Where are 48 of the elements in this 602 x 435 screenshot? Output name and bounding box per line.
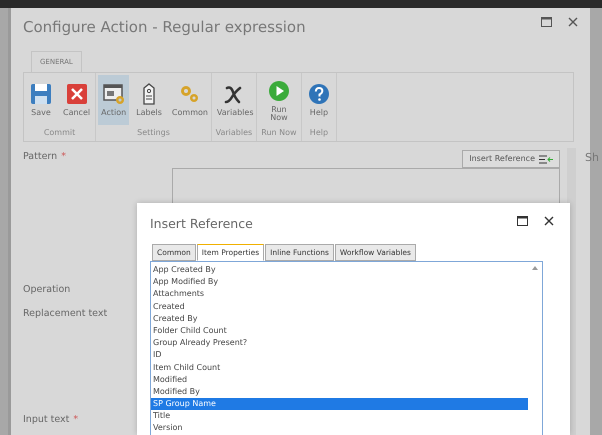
list-item[interactable]: Group Already Present? <box>151 337 528 350</box>
dialog-title: Insert Reference <box>149 215 254 233</box>
list-item[interactable]: Title <box>151 410 528 422</box>
list-item[interactable]: Created <box>151 300 528 313</box>
list-item[interactable]: Modified By <box>151 386 528 398</box>
ribbon-button[interactable]: Cancel <box>60 75 94 125</box>
maximize-icon[interactable] <box>541 17 552 27</box>
field-label: Replacement text <box>23 307 108 321</box>
list-item[interactable]: Version <box>151 422 528 435</box>
insert-list-icon <box>539 154 553 164</box>
list-item[interactable]: Modified <box>151 374 528 386</box>
insert-reference-button[interactable]: Insert Reference <box>462 150 560 168</box>
window-title: Configure Action - Regular expression <box>23 17 306 38</box>
list-item[interactable]: SP Group Name <box>151 398 528 410</box>
group-label: Settings <box>136 127 171 139</box>
list-item[interactable]: Attachments <box>151 288 528 301</box>
list-item[interactable]: App Created By <box>151 264 528 276</box>
group-label: Run Now <box>260 127 298 139</box>
required-mark: * <box>61 150 66 164</box>
list-item[interactable]: Folder Child Count <box>151 324 528 338</box>
maximize-icon[interactable] <box>517 216 528 226</box>
ribbon-button[interactable]: Save <box>26 75 56 125</box>
field-label: Operation <box>23 283 70 297</box>
field-label: Input text <box>23 413 70 427</box>
ribbon-button[interactable]: Action <box>98 75 130 125</box>
group-label: Commit <box>42 127 76 139</box>
ribbon-button[interactable]: Variables <box>214 75 254 125</box>
close-icon[interactable] <box>568 17 578 27</box>
group-label: Variables <box>214 127 254 139</box>
ribbon-button[interactable]: Common <box>168 75 209 125</box>
ribbon-button[interactable]: Run Now <box>258 75 299 125</box>
cut-text: Sh <box>585 150 599 166</box>
group-label: Help <box>308 127 330 139</box>
required-mark: * <box>73 413 78 427</box>
list-item[interactable]: Item Child Count <box>151 362 528 374</box>
window-gear-icon <box>102 82 126 106</box>
cancel-icon <box>64 82 89 106</box>
list-item[interactable]: ID <box>151 349 528 362</box>
close-icon[interactable] <box>544 216 554 226</box>
field-label: Pattern <box>23 150 58 164</box>
list-item[interactable]: App Modified By <box>151 276 528 288</box>
ribbon-button[interactable]: Help <box>304 75 334 125</box>
list-item[interactable]: Created By <box>151 312 528 325</box>
ribbon-button[interactable]: Labels <box>133 75 165 125</box>
help-icon <box>306 82 331 106</box>
save-icon <box>29 82 53 106</box>
scroll-up-icon[interactable] <box>532 266 538 270</box>
play-icon <box>266 79 291 103</box>
